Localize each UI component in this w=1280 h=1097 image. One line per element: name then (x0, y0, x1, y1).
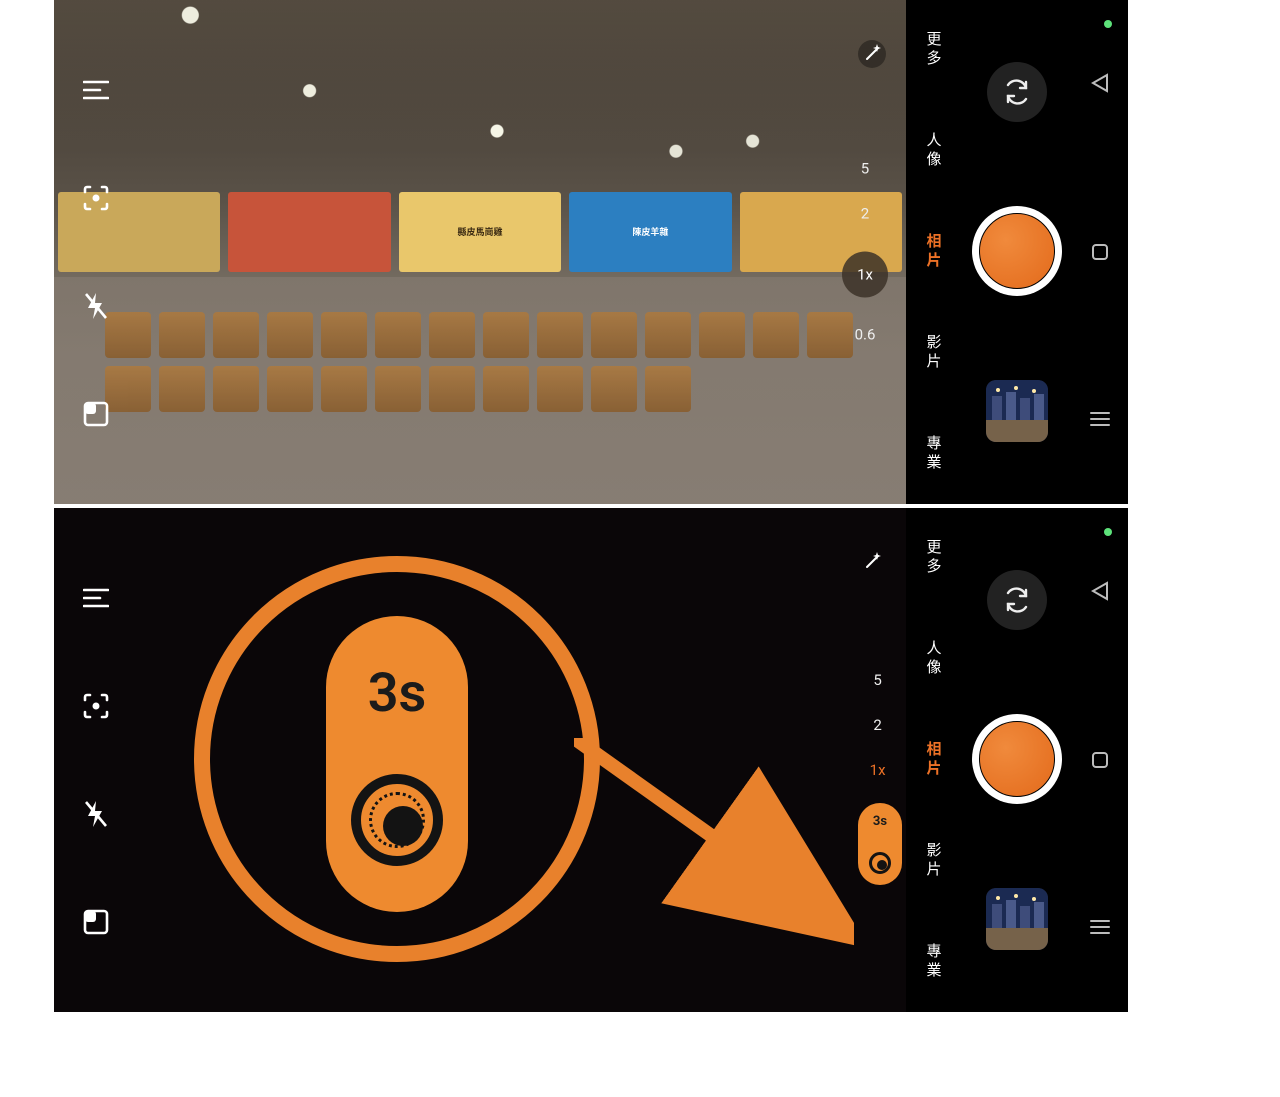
filters-wand-icon[interactable] (854, 544, 890, 580)
long-exposure-icon (351, 774, 443, 866)
switch-camera-button[interactable] (987, 62, 1047, 122)
camera-mode-selector[interactable]: 更多 人像 相片 影片 專業 (906, 0, 962, 504)
aspect-ratio-icon[interactable] (78, 396, 114, 432)
mode-photo[interactable]: 相片 (924, 233, 945, 271)
viewfinder-left-controls (66, 0, 126, 504)
mode-portrait[interactable]: 人像 (924, 132, 945, 170)
camera-sidebar (962, 0, 1072, 504)
mode-pro[interactable]: 專業 (924, 435, 945, 473)
exposure-duration-label: 3s (873, 814, 887, 829)
nav-back-button[interactable] (1089, 72, 1111, 98)
camera-active-indicator-icon (1104, 528, 1112, 536)
mode-video[interactable]: 影片 (924, 334, 945, 372)
long-exposure-icon (869, 852, 891, 874)
gallery-thumbnail[interactable] (986, 380, 1048, 442)
flash-off-icon[interactable] (78, 796, 114, 832)
shutter-button[interactable] (972, 714, 1062, 804)
mode-pro[interactable]: 專業 (924, 943, 945, 981)
right-whitespace (1128, 508, 1176, 1012)
nav-back-button[interactable] (1089, 580, 1111, 606)
google-lens-icon[interactable] (78, 180, 114, 216)
hamburger-icon[interactable] (78, 580, 114, 616)
hamburger-icon[interactable] (78, 72, 114, 108)
switch-camera-button[interactable] (987, 570, 1047, 630)
zoom-5x[interactable]: 5 (873, 673, 881, 688)
system-nav-bar (1072, 508, 1128, 1012)
bottom-whitespace (0, 1012, 1280, 1097)
mode-photo[interactable]: 相片 (924, 741, 945, 779)
camera-mode-selector[interactable]: 更多 人像 相片 影片 專業 (906, 508, 962, 1012)
camera-screenshot-2: 3s (0, 508, 1176, 1012)
zoom-0.6x[interactable]: 0.6 (855, 328, 876, 343)
zoom-1x[interactable]: 1x (842, 252, 888, 298)
google-lens-icon[interactable] (78, 688, 114, 724)
mode-more[interactable]: 更多 (924, 31, 945, 69)
camera-sidebar (962, 508, 1072, 1012)
camera-viewfinder[interactable]: 縣皮馬崗雞 陳皮羊雜 (54, 0, 906, 504)
magnifier-callout: 3s (194, 556, 600, 962)
left-whitespace (0, 0, 54, 504)
zoom-1x[interactable]: 1x (870, 763, 886, 778)
long-exposure-pill-enlarged: 3s (326, 616, 468, 912)
aspect-ratio-icon[interactable] (78, 904, 114, 940)
exposure-duration-label: 3s (368, 662, 427, 725)
zoom-selector[interactable]: 5 2 1x 0.6 3s (867, 673, 888, 823)
mode-more[interactable]: 更多 (924, 539, 945, 577)
flash-off-icon[interactable] (78, 288, 114, 324)
mode-video[interactable]: 影片 (924, 842, 945, 880)
camera-viewfinder[interactable]: 3s (54, 508, 906, 1012)
right-whitespace (1128, 0, 1176, 504)
left-whitespace (0, 508, 54, 1012)
zoom-2x[interactable]: 2 (861, 207, 869, 222)
camera-screenshot-1: 縣皮馬崗雞 陳皮羊雜 (0, 0, 1176, 504)
nav-home-button[interactable] (1090, 242, 1110, 266)
system-nav-bar (1072, 0, 1128, 504)
filters-wand-icon[interactable] (854, 36, 890, 72)
callout-arrow-icon (574, 738, 854, 948)
long-exposure-pill[interactable]: 3s (858, 803, 902, 885)
viewfinder-left-controls (66, 508, 126, 1012)
scene-furniture (105, 312, 855, 483)
gallery-thumbnail[interactable] (986, 888, 1048, 950)
nav-tasks-button[interactable] (1089, 410, 1111, 432)
mode-portrait[interactable]: 人像 (924, 640, 945, 678)
nav-home-button[interactable] (1090, 750, 1110, 774)
zoom-selector[interactable]: 5 2 1x 0.6 (842, 162, 888, 343)
nav-tasks-button[interactable] (1089, 918, 1111, 940)
shutter-button[interactable] (972, 206, 1062, 296)
scene-shopfronts: 縣皮馬崗雞 陳皮羊雜 (54, 192, 906, 273)
camera-active-indicator-icon (1104, 20, 1112, 28)
zoom-5x[interactable]: 5 (861, 162, 869, 177)
zoom-2x[interactable]: 2 (873, 718, 881, 733)
